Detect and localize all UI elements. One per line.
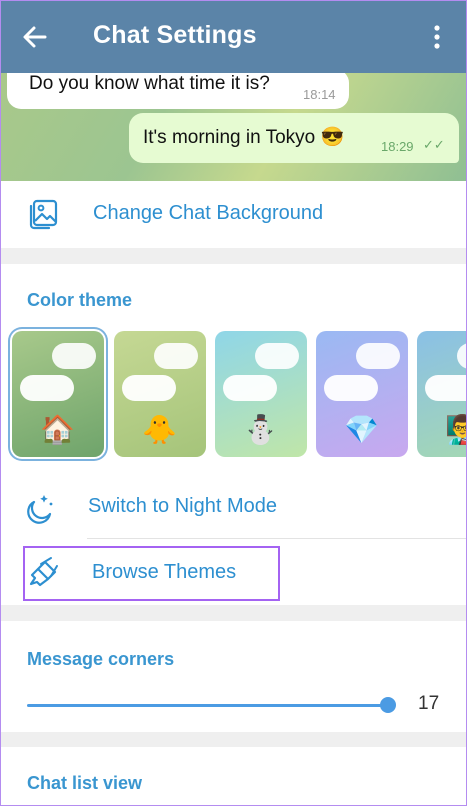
theme-emoji: 🐥	[142, 414, 177, 445]
corners-value: 17	[418, 693, 440, 714]
highlight-box	[23, 546, 280, 601]
moon-stars-icon	[27, 495, 53, 524]
more-options-icon[interactable]	[425, 23, 449, 51]
background-section: Change Chat Background	[1, 181, 466, 248]
theme-emoji: ⛄	[243, 414, 278, 445]
chat-list-section: Chat list view	[1, 747, 466, 805]
back-arrow-icon[interactable]	[21, 23, 49, 51]
night-mode-row[interactable]: Switch to Night Mode	[1, 476, 466, 538]
corners-slider-thumb[interactable]	[379, 697, 396, 713]
row-divider	[87, 538, 466, 539]
incoming-message-time: 18:14	[303, 87, 336, 102]
theme-carousel[interactable]: 🏠 🐥 ⛄ 💎 👨‍🏫	[9, 331, 466, 461]
chat-preview: Do you know what time it is? 18:14 It's …	[1, 73, 466, 181]
theme-card-snowman[interactable]: ⛄	[215, 331, 307, 457]
theme-preview-bubble	[425, 375, 466, 401]
read-receipt-icon: ✓✓	[423, 137, 445, 152]
theme-preview-bubble	[20, 375, 74, 401]
theme-preview-bubble	[324, 375, 378, 401]
theme-preview-bubble	[356, 343, 400, 369]
theme-emoji: 💎	[344, 414, 379, 445]
section-title-message-corners: Message corners	[27, 649, 175, 669]
night-mode-label: Switch to Night Mode	[88, 495, 277, 517]
message-corners-section: Message corners	[1, 621, 466, 732]
theme-preview-bubble	[122, 375, 176, 401]
theme-preview-bubble	[255, 343, 299, 369]
theme-card-chick[interactable]: 🐥	[114, 331, 206, 457]
app-screen: Chat Settings Do you know what time it i…	[0, 0, 467, 806]
theme-preview-bubble	[52, 343, 96, 369]
change-background-row[interactable]: Change Chat Background	[1, 181, 466, 248]
theme-preview-bubble	[223, 375, 277, 401]
change-background-label: Change Chat Background	[93, 202, 324, 224]
section-title-color-theme: Color theme	[27, 290, 133, 310]
theme-card-teacher[interactable]: 👨‍🏫	[417, 331, 466, 457]
outgoing-message-text: It's morning in Tokyo 😎	[143, 127, 345, 148]
theme-card-diamond[interactable]: 💎	[316, 331, 408, 457]
section-title-chat-list: Chat list view	[27, 773, 143, 793]
incoming-message-bubble: Do you know what time it is? 18:14	[7, 73, 349, 109]
theme-emoji: 👨‍🏫	[445, 413, 466, 446]
theme-preview-bubble	[154, 343, 198, 369]
theme-emoji: 🏠	[40, 414, 75, 445]
outgoing-message-time: 18:29	[381, 139, 414, 154]
app-bar: Chat Settings	[1, 1, 466, 73]
outgoing-message-bubble: It's morning in Tokyo 😎 18:29 ✓✓	[129, 113, 459, 163]
theme-card-home[interactable]: 🏠	[12, 331, 104, 457]
page-title: Chat Settings	[93, 21, 257, 49]
corners-slider-track[interactable]	[27, 704, 388, 707]
incoming-message-text: Do you know what time it is?	[29, 73, 270, 94]
wallpaper-icon	[29, 199, 58, 230]
theme-preview-bubble	[457, 343, 466, 369]
